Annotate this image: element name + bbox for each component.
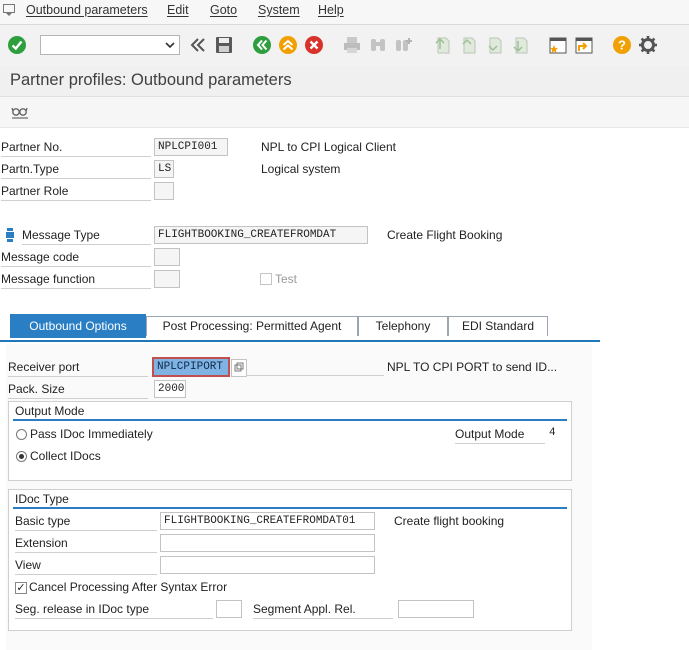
back-chevrons-icon[interactable] — [188, 35, 208, 55]
find-icon — [368, 35, 388, 55]
title-bar: Partner profiles: Outbound parameters — [0, 66, 689, 97]
application-toolbar — [0, 97, 689, 128]
message-function-label: Message function — [1, 272, 151, 289]
message-type-icon — [4, 227, 16, 243]
value-help-icon[interactable] — [231, 359, 247, 377]
standard-toolbar: ? — [0, 25, 689, 67]
seg-release-field[interactable] — [216, 600, 242, 618]
seg-release-label: Seg. release in IDoc type — [15, 602, 213, 619]
message-type-description: Create Flight Booking — [387, 228, 503, 242]
basic-type-label: Basic type — [15, 514, 157, 531]
message-code-label: Message code — [1, 250, 151, 267]
previous-page-icon — [458, 35, 478, 55]
menu-outbound-parameters[interactable]: Outbound parameters — [26, 3, 148, 17]
output-mode-group: Output Mode Pass IDoc Immediately Collec… — [8, 401, 572, 481]
view-field[interactable] — [160, 556, 375, 574]
pass-idoc-radio[interactable] — [16, 429, 27, 440]
cancel-icon[interactable] — [304, 35, 324, 55]
new-session-icon[interactable] — [548, 35, 568, 55]
pass-idoc-label[interactable]: Pass IDoc Immediately — [30, 427, 153, 441]
menu-goto[interactable]: Goto — [210, 3, 237, 17]
back-icon[interactable] — [252, 35, 272, 55]
segment-appl-rel-field[interactable] — [398, 600, 474, 618]
pack-size-label: Pack. Size — [8, 382, 148, 399]
collect-idocs-label[interactable]: Collect IDocs — [30, 449, 101, 463]
pack-size-field[interactable]: 2000 — [154, 380, 186, 398]
command-field[interactable] — [40, 35, 180, 55]
test-checkbox — [260, 273, 272, 285]
basic-type-description: Create flight booking — [394, 514, 505, 528]
partner-no-field: NPLCPI001 — [154, 138, 228, 156]
partner-role-label: Partner Role — [1, 184, 151, 201]
segment-appl-rel-label: Segment Appl. Rel. — [253, 602, 393, 619]
display-change-icon[interactable] — [10, 102, 30, 122]
receiver-port-desc-underline — [246, 375, 384, 376]
receiver-port-description: NPL TO CPI PORT to send ID... — [387, 360, 558, 374]
cancel-processing-label[interactable]: Cancel Processing After Syntax Error — [29, 580, 227, 594]
exit-icon[interactable] — [278, 35, 298, 55]
first-page-icon — [432, 35, 452, 55]
tab-outbound-options[interactable]: Outbound Options — [10, 314, 146, 338]
output-mode-value: 4 — [549, 427, 556, 439]
extension-label: Extension — [15, 536, 157, 553]
message-code-field — [154, 248, 180, 266]
command-input[interactable] — [41, 36, 167, 54]
shortcut-icon[interactable] — [574, 35, 594, 55]
partner-no-description: NPL to CPI Logical Client — [261, 140, 396, 154]
message-type-label: Message Type — [22, 228, 151, 245]
partner-role-field — [154, 182, 174, 200]
partner-type-field: LS — [154, 160, 174, 178]
message-type-field: FLIGHTBOOKING_CREATEFROMDAT — [154, 226, 368, 244]
tab-post-processing[interactable]: Post Processing: Permitted Agent — [146, 316, 358, 336]
menu-edit[interactable]: Edit — [167, 3, 189, 17]
cancel-processing-checkbox[interactable]: ✓ — [15, 582, 27, 594]
partner-type-description: Logical system — [261, 162, 341, 176]
output-mode-group-title: Output Mode — [15, 404, 85, 418]
menu-bar: Outbound parameters Edit Goto System Hel… — [0, 0, 689, 25]
receiver-port-label: Receiver port — [8, 360, 148, 377]
print-icon — [342, 35, 362, 55]
help-icon[interactable]: ? — [612, 35, 632, 55]
test-label: Test — [275, 272, 298, 286]
receiver-port-field[interactable]: NPLCPIPORT — [152, 357, 230, 377]
partner-type-label: Partn.Type — [1, 162, 151, 179]
collect-idocs-radio[interactable] — [16, 451, 27, 462]
chevron-down-icon[interactable] — [165, 39, 175, 51]
group-divider — [13, 507, 567, 509]
output-mode-label: Output Mode — [455, 427, 545, 444]
group-divider — [13, 419, 567, 421]
page-title: Partner profiles: Outbound parameters — [10, 71, 292, 89]
save-icon[interactable] — [214, 35, 234, 55]
tab-telephony[interactable]: Telephony — [358, 316, 448, 336]
menu-toggle-icon[interactable] — [3, 4, 15, 16]
enter-check-icon[interactable] — [7, 35, 27, 55]
menu-help[interactable]: Help — [318, 3, 344, 17]
extension-field[interactable] — [160, 534, 375, 552]
menu-system[interactable]: System — [258, 3, 300, 17]
next-page-icon — [484, 35, 504, 55]
find-next-icon — [394, 35, 414, 55]
tab-edi-standard[interactable]: EDI Standard — [448, 316, 548, 336]
idoc-type-group-title: IDoc Type — [15, 492, 69, 506]
message-function-field — [154, 270, 180, 288]
last-page-icon — [510, 35, 530, 55]
view-label: View — [15, 558, 157, 575]
settings-gear-icon[interactable] — [638, 35, 658, 55]
basic-type-field[interactable]: FLIGHTBOOKING_CREATEFROMDAT01 — [160, 512, 375, 530]
partner-no-label: Partner No. — [1, 140, 151, 157]
svg-text:?: ? — [618, 38, 626, 53]
